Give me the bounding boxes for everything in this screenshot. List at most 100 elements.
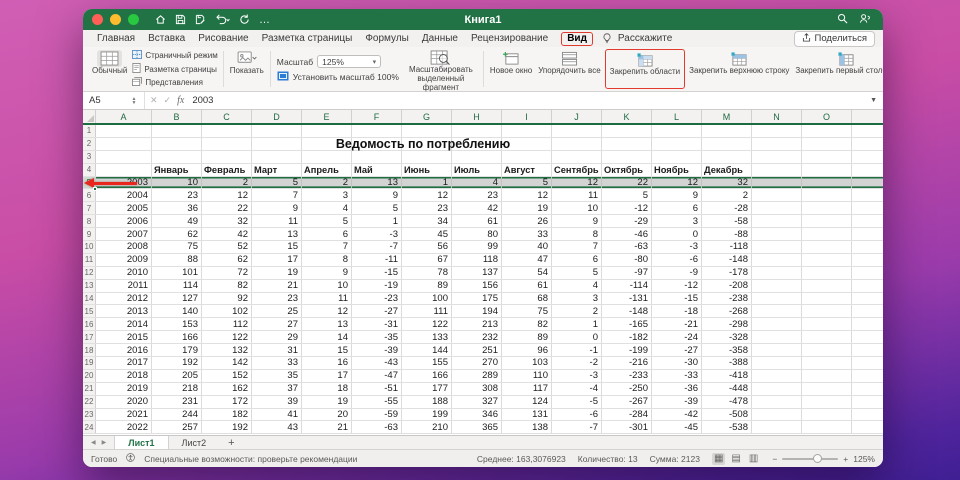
- cell-J19[interactable]: -2: [552, 357, 602, 369]
- cell-M17[interactable]: -328: [702, 331, 752, 343]
- cell-G19[interactable]: 155: [402, 357, 452, 369]
- cell-A17[interactable]: 2015: [96, 331, 152, 343]
- cell-A10[interactable]: 2008: [96, 241, 152, 253]
- cell-B9[interactable]: 62: [152, 228, 202, 240]
- cell-I5[interactable]: 5: [502, 177, 552, 189]
- cell-H17[interactable]: 232: [452, 331, 502, 343]
- cell-J15[interactable]: 2: [552, 305, 602, 317]
- cell-O2[interactable]: [802, 138, 852, 150]
- cell-filler-20[interactable]: [852, 370, 883, 382]
- enter-icon[interactable]: ✓: [164, 95, 172, 106]
- cell-I24[interactable]: 138: [502, 421, 552, 433]
- cell-J7[interactable]: 10: [552, 202, 602, 214]
- cell-D6[interactable]: 7: [252, 189, 302, 201]
- cell-filler-1[interactable]: [852, 125, 883, 137]
- cell-filler-18[interactable]: [852, 344, 883, 356]
- cell-J11[interactable]: 6: [552, 254, 602, 266]
- cell-filler-24[interactable]: [852, 421, 883, 433]
- cell-A22[interactable]: 2020: [96, 396, 152, 408]
- cell-D5[interactable]: 5: [252, 177, 302, 189]
- cell-C21[interactable]: 162: [202, 383, 252, 395]
- sheet-tab-list2[interactable]: Лист2: [169, 436, 220, 449]
- cell-filler-10[interactable]: [852, 241, 883, 253]
- cell-I23[interactable]: 131: [502, 409, 552, 421]
- accessibility-status[interactable]: Специальные возможности: проверьте реком…: [144, 454, 357, 464]
- cell-N6[interactable]: [752, 189, 802, 201]
- cell-K2[interactable]: [602, 138, 652, 150]
- cell-B24[interactable]: 257: [152, 421, 202, 433]
- cell-E7[interactable]: 4: [302, 202, 352, 214]
- col-header-H[interactable]: H: [452, 110, 502, 123]
- cell-F22[interactable]: -55: [352, 396, 402, 408]
- cell-O4[interactable]: [802, 164, 852, 176]
- cell-K14[interactable]: -131: [602, 293, 652, 305]
- cell-D18[interactable]: 31: [252, 344, 302, 356]
- cell-D3[interactable]: [252, 151, 302, 163]
- cell-N11[interactable]: [752, 254, 802, 266]
- cell-A1[interactable]: [96, 125, 152, 137]
- cell-N17[interactable]: [752, 331, 802, 343]
- cell-H5[interactable]: 4: [452, 177, 502, 189]
- cell-C6[interactable]: 12: [202, 189, 252, 201]
- cell-filler-7[interactable]: [852, 202, 883, 214]
- cell-C16[interactable]: 112: [202, 318, 252, 330]
- cell-G4[interactable]: Июнь: [402, 164, 452, 176]
- cell-K7[interactable]: -12: [602, 202, 652, 214]
- cell-E22[interactable]: 19: [302, 396, 352, 408]
- cell-F23[interactable]: -59: [352, 409, 402, 421]
- cell-N4[interactable]: [752, 164, 802, 176]
- cell-B16[interactable]: 153: [152, 318, 202, 330]
- cell-O8[interactable]: [802, 215, 852, 227]
- redo-icon[interactable]: [239, 14, 250, 25]
- cell-C7[interactable]: 22: [202, 202, 252, 214]
- cell-J4[interactable]: Сентябрь: [552, 164, 602, 176]
- cell-F3[interactable]: [352, 151, 402, 163]
- zoom-100-button[interactable]: Установить масштаб 100%: [277, 71, 399, 83]
- cell-L24[interactable]: -45: [652, 421, 702, 433]
- cell-M13[interactable]: -208: [702, 280, 752, 292]
- cell-N15[interactable]: [752, 305, 802, 317]
- tab-data[interactable]: Данные: [422, 33, 458, 44]
- cell-A14[interactable]: 2012: [96, 293, 152, 305]
- cell-A23[interactable]: 2021: [96, 409, 152, 421]
- cell-B22[interactable]: 231: [152, 396, 202, 408]
- cell-O6[interactable]: [802, 189, 852, 201]
- cell-filler-6[interactable]: [852, 189, 883, 201]
- cell-A15[interactable]: 2013: [96, 305, 152, 317]
- cell-G16[interactable]: 122: [402, 318, 452, 330]
- cell-H14[interactable]: 175: [452, 293, 502, 305]
- cell-G23[interactable]: 199: [402, 409, 452, 421]
- contact-icon[interactable]: [859, 11, 871, 29]
- cell-D8[interactable]: 11: [252, 215, 302, 227]
- cell-E20[interactable]: 17: [302, 370, 352, 382]
- cell-L11[interactable]: -6: [652, 254, 702, 266]
- row-header-13[interactable]: 13: [83, 280, 96, 292]
- cell-C23[interactable]: 182: [202, 409, 252, 421]
- cell-I19[interactable]: 103: [502, 357, 552, 369]
- cell-K21[interactable]: -250: [602, 383, 652, 395]
- cell-F12[interactable]: -15: [352, 267, 402, 279]
- zoom-in-button[interactable]: +: [843, 454, 848, 464]
- cell-M3[interactable]: [702, 151, 752, 163]
- cell-J17[interactable]: 0: [552, 331, 602, 343]
- cell-D4[interactable]: Март: [252, 164, 302, 176]
- row-header-23[interactable]: 23: [83, 409, 96, 421]
- cell-D22[interactable]: 39: [252, 396, 302, 408]
- cell-B18[interactable]: 179: [152, 344, 202, 356]
- cell-G14[interactable]: 100: [402, 293, 452, 305]
- row-header-14[interactable]: 14: [83, 293, 96, 305]
- cell-I6[interactable]: 12: [502, 189, 552, 201]
- cell-K15[interactable]: -148: [602, 305, 652, 317]
- select-all-corner[interactable]: [83, 110, 96, 123]
- cell-K23[interactable]: -284: [602, 409, 652, 421]
- cell-I13[interactable]: 61: [502, 280, 552, 292]
- cell-D1[interactable]: [252, 125, 302, 137]
- cell-F20[interactable]: -47: [352, 370, 402, 382]
- cell-L23[interactable]: -42: [652, 409, 702, 421]
- cell-H4[interactable]: Июль: [452, 164, 502, 176]
- cell-M1[interactable]: [702, 125, 752, 137]
- cell-filler-19[interactable]: [852, 357, 883, 369]
- cell-O5[interactable]: [802, 177, 852, 189]
- col-header-N[interactable]: N: [752, 110, 802, 123]
- cell-A20[interactable]: 2018: [96, 370, 152, 382]
